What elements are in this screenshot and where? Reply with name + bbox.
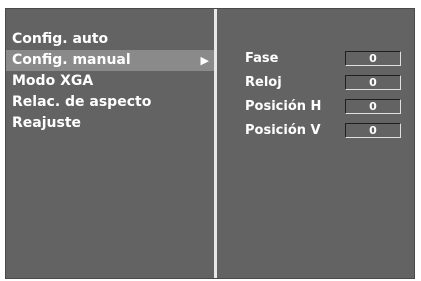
menu-item-aspect-ratio[interactable]: Relac. de aspecto bbox=[6, 92, 214, 113]
setting-label-clock: Reloj bbox=[245, 75, 282, 90]
main-menu-panel: Config. auto Config. manual ▶ Modo XGA R… bbox=[6, 9, 214, 278]
menu-item-config-auto[interactable]: Config. auto bbox=[6, 29, 214, 50]
setting-row-phase[interactable]: Fase 0 bbox=[239, 49, 409, 73]
main-menu-list: Config. auto Config. manual ▶ Modo XGA R… bbox=[6, 29, 214, 134]
setting-value-v-position[interactable]: 0 bbox=[345, 123, 401, 138]
menu-item-label: Config. manual bbox=[12, 52, 131, 68]
setting-row-clock[interactable]: Reloj 0 bbox=[239, 73, 409, 97]
setting-value-phase[interactable]: 0 bbox=[345, 51, 401, 66]
setting-value-h-position[interactable]: 0 bbox=[345, 99, 401, 114]
menu-item-reset[interactable]: Reajuste bbox=[6, 113, 214, 134]
manual-settings-list: Fase 0 Reloj 0 Posición H 0 Posición V 0 bbox=[239, 49, 409, 145]
menu-item-label: Modo XGA bbox=[12, 73, 94, 89]
setting-value-clock[interactable]: 0 bbox=[345, 75, 401, 90]
submenu-panel: Fase 0 Reloj 0 Posición H 0 Posición V 0 bbox=[217, 9, 414, 278]
setting-label-v-position: Posición V bbox=[245, 123, 321, 138]
setting-label-phase: Fase bbox=[245, 51, 279, 66]
setting-row-v-position[interactable]: Posición V 0 bbox=[239, 121, 409, 145]
setting-row-h-position[interactable]: Posición H 0 bbox=[239, 97, 409, 121]
menu-item-label: Reajuste bbox=[12, 115, 82, 131]
menu-item-modo-xga[interactable]: Modo XGA bbox=[6, 71, 214, 92]
menu-item-label: Relac. de aspecto bbox=[12, 94, 152, 110]
chevron-right-icon: ▶ bbox=[200, 54, 209, 67]
osd-menu-window: Config. auto Config. manual ▶ Modo XGA R… bbox=[5, 8, 415, 279]
setting-label-h-position: Posición H bbox=[245, 99, 322, 114]
menu-item-label: Config. auto bbox=[12, 31, 109, 47]
menu-item-config-manual[interactable]: Config. manual ▶ bbox=[6, 50, 214, 71]
